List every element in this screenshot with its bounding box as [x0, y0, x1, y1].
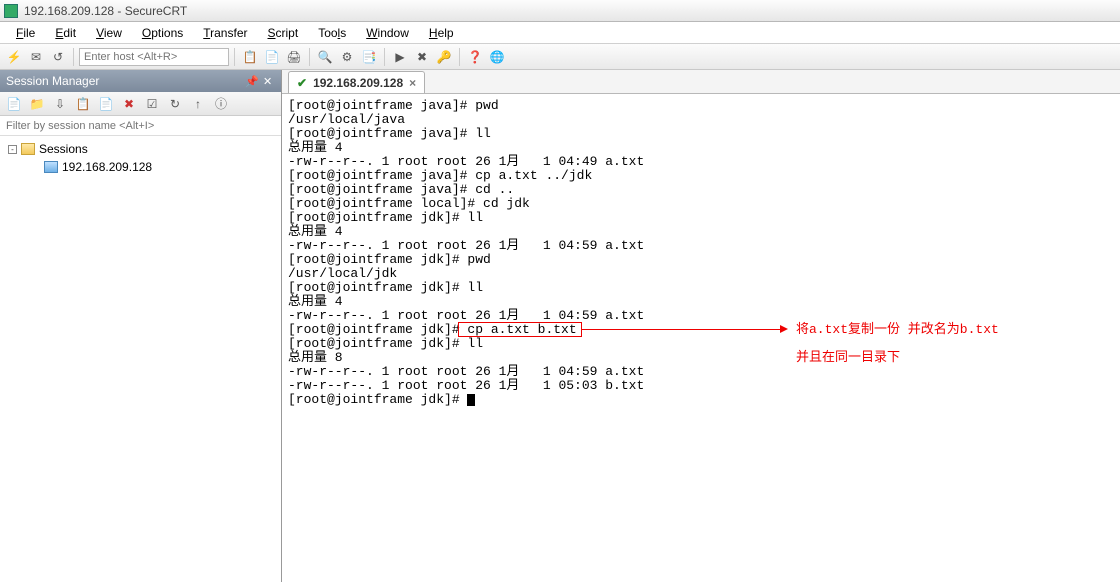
menu-help[interactable]: Help [419, 24, 464, 42]
arrow-head-icon [780, 325, 788, 333]
menu-file[interactable]: File [6, 24, 45, 42]
paste-session-icon[interactable]: 📄 [96, 94, 116, 114]
menu-bar: File Edit View Options Transfer Script T… [0, 22, 1120, 44]
separator [309, 48, 310, 66]
key-icon[interactable]: 🔑 [434, 47, 454, 67]
tree-session[interactable]: 192.168.209.128 [2, 158, 279, 176]
filter-input[interactable] [0, 116, 281, 136]
options-icon[interactable]: ⚙ [337, 47, 357, 67]
reconnect-icon[interactable]: ↺ [48, 47, 68, 67]
separator [73, 48, 74, 66]
up-icon[interactable]: ↑ [188, 94, 208, 114]
globe-icon[interactable]: 🌐 [487, 47, 507, 67]
annotation-text-2: 并且在同一目录下 [796, 349, 900, 367]
properties-icon[interactable]: ☑ [142, 94, 162, 114]
app-icon [4, 4, 18, 18]
tab-close-icon[interactable]: × [409, 76, 416, 90]
panel-header: Session Manager 📌 ✕ [0, 70, 281, 92]
session-tree: - Sessions 192.168.209.128 [0, 136, 281, 582]
host-input[interactable] [79, 48, 229, 66]
menu-script[interactable]: Script [258, 24, 309, 42]
panel-title: Session Manager [6, 74, 99, 88]
menu-window[interactable]: Window [356, 24, 419, 42]
copy-session-icon[interactable]: 📋 [73, 94, 93, 114]
collapse-icon[interactable]: - [8, 145, 17, 154]
connect-icon[interactable]: ⚡ [4, 47, 24, 67]
annotation-arrow-line [582, 329, 782, 330]
main-toolbar: ⚡ ✉ ↺ 📋 📄 🖨 🔍 ⚙ 📑 ▶ ✖ 🔑 ❓ 🌐 [0, 44, 1120, 70]
folder-icon [21, 143, 35, 155]
menu-options[interactable]: Options [132, 24, 193, 42]
import-icon[interactable]: ⇩ [50, 94, 70, 114]
terminal-area: ✔ 192.168.209.128 × [root@jointframe jav… [282, 70, 1120, 582]
tree-root[interactable]: - Sessions [2, 140, 279, 158]
menu-transfer[interactable]: Transfer [193, 24, 257, 42]
refresh-icon[interactable]: ↻ [165, 94, 185, 114]
help-icon[interactable]: ❓ [465, 47, 485, 67]
close-icon[interactable]: ✕ [263, 75, 275, 87]
panel-toolbar: 📄 📁 ⇩ 📋 📄 ✖ ☑ ↻ ↑ ⓘ [0, 92, 281, 116]
highlight-box [458, 322, 583, 337]
separator [234, 48, 235, 66]
tools-icon[interactable]: ✖ [412, 47, 432, 67]
copy-icon[interactable]: 📋 [240, 47, 260, 67]
title-bar: 192.168.209.128 - SecureCRT [0, 0, 1120, 22]
delete-icon[interactable]: ✖ [119, 94, 139, 114]
session-icon[interactable]: 📑 [359, 47, 379, 67]
tab-strip: ✔ 192.168.209.128 × [282, 70, 1120, 94]
find-icon[interactable]: 🔍 [315, 47, 335, 67]
connected-icon: ✔ [297, 76, 307, 90]
annotation-text-1: 将a.txt复制一份 并改名为b.txt [796, 321, 999, 339]
info-icon[interactable]: ⓘ [211, 94, 231, 114]
session-manager-panel: Session Manager 📌 ✕ 📄 📁 ⇩ 📋 📄 ✖ ☑ ↻ ↑ ⓘ … [0, 70, 282, 582]
cursor [467, 394, 475, 406]
new-folder-icon[interactable]: 📁 [27, 94, 47, 114]
menu-edit[interactable]: Edit [45, 24, 86, 42]
tab-session[interactable]: ✔ 192.168.209.128 × [288, 71, 425, 93]
main-area: Session Manager 📌 ✕ 📄 📁 ⇩ 📋 📄 ✖ ☑ ↻ ↑ ⓘ … [0, 70, 1120, 582]
tree-session-label: 192.168.209.128 [62, 160, 152, 174]
window-title: 192.168.209.128 - SecureCRT [24, 4, 187, 18]
script-icon[interactable]: ▶ [390, 47, 410, 67]
new-session-icon[interactable]: 📄 [4, 94, 24, 114]
quick-connect-icon[interactable]: ✉ [26, 47, 46, 67]
session-icon [44, 161, 58, 173]
tab-title: 192.168.209.128 [313, 76, 403, 90]
menu-view[interactable]: View [86, 24, 132, 42]
paste-icon[interactable]: 📄 [262, 47, 282, 67]
print-icon[interactable]: 🖨 [284, 47, 304, 67]
separator [384, 48, 385, 66]
separator [459, 48, 460, 66]
tree-root-label: Sessions [39, 142, 88, 156]
pin-icon[interactable]: 📌 [245, 75, 257, 87]
menu-tools[interactable]: Tools [308, 24, 356, 42]
terminal-output[interactable]: [root@jointframe java]# pwd /usr/local/j… [282, 94, 1120, 582]
